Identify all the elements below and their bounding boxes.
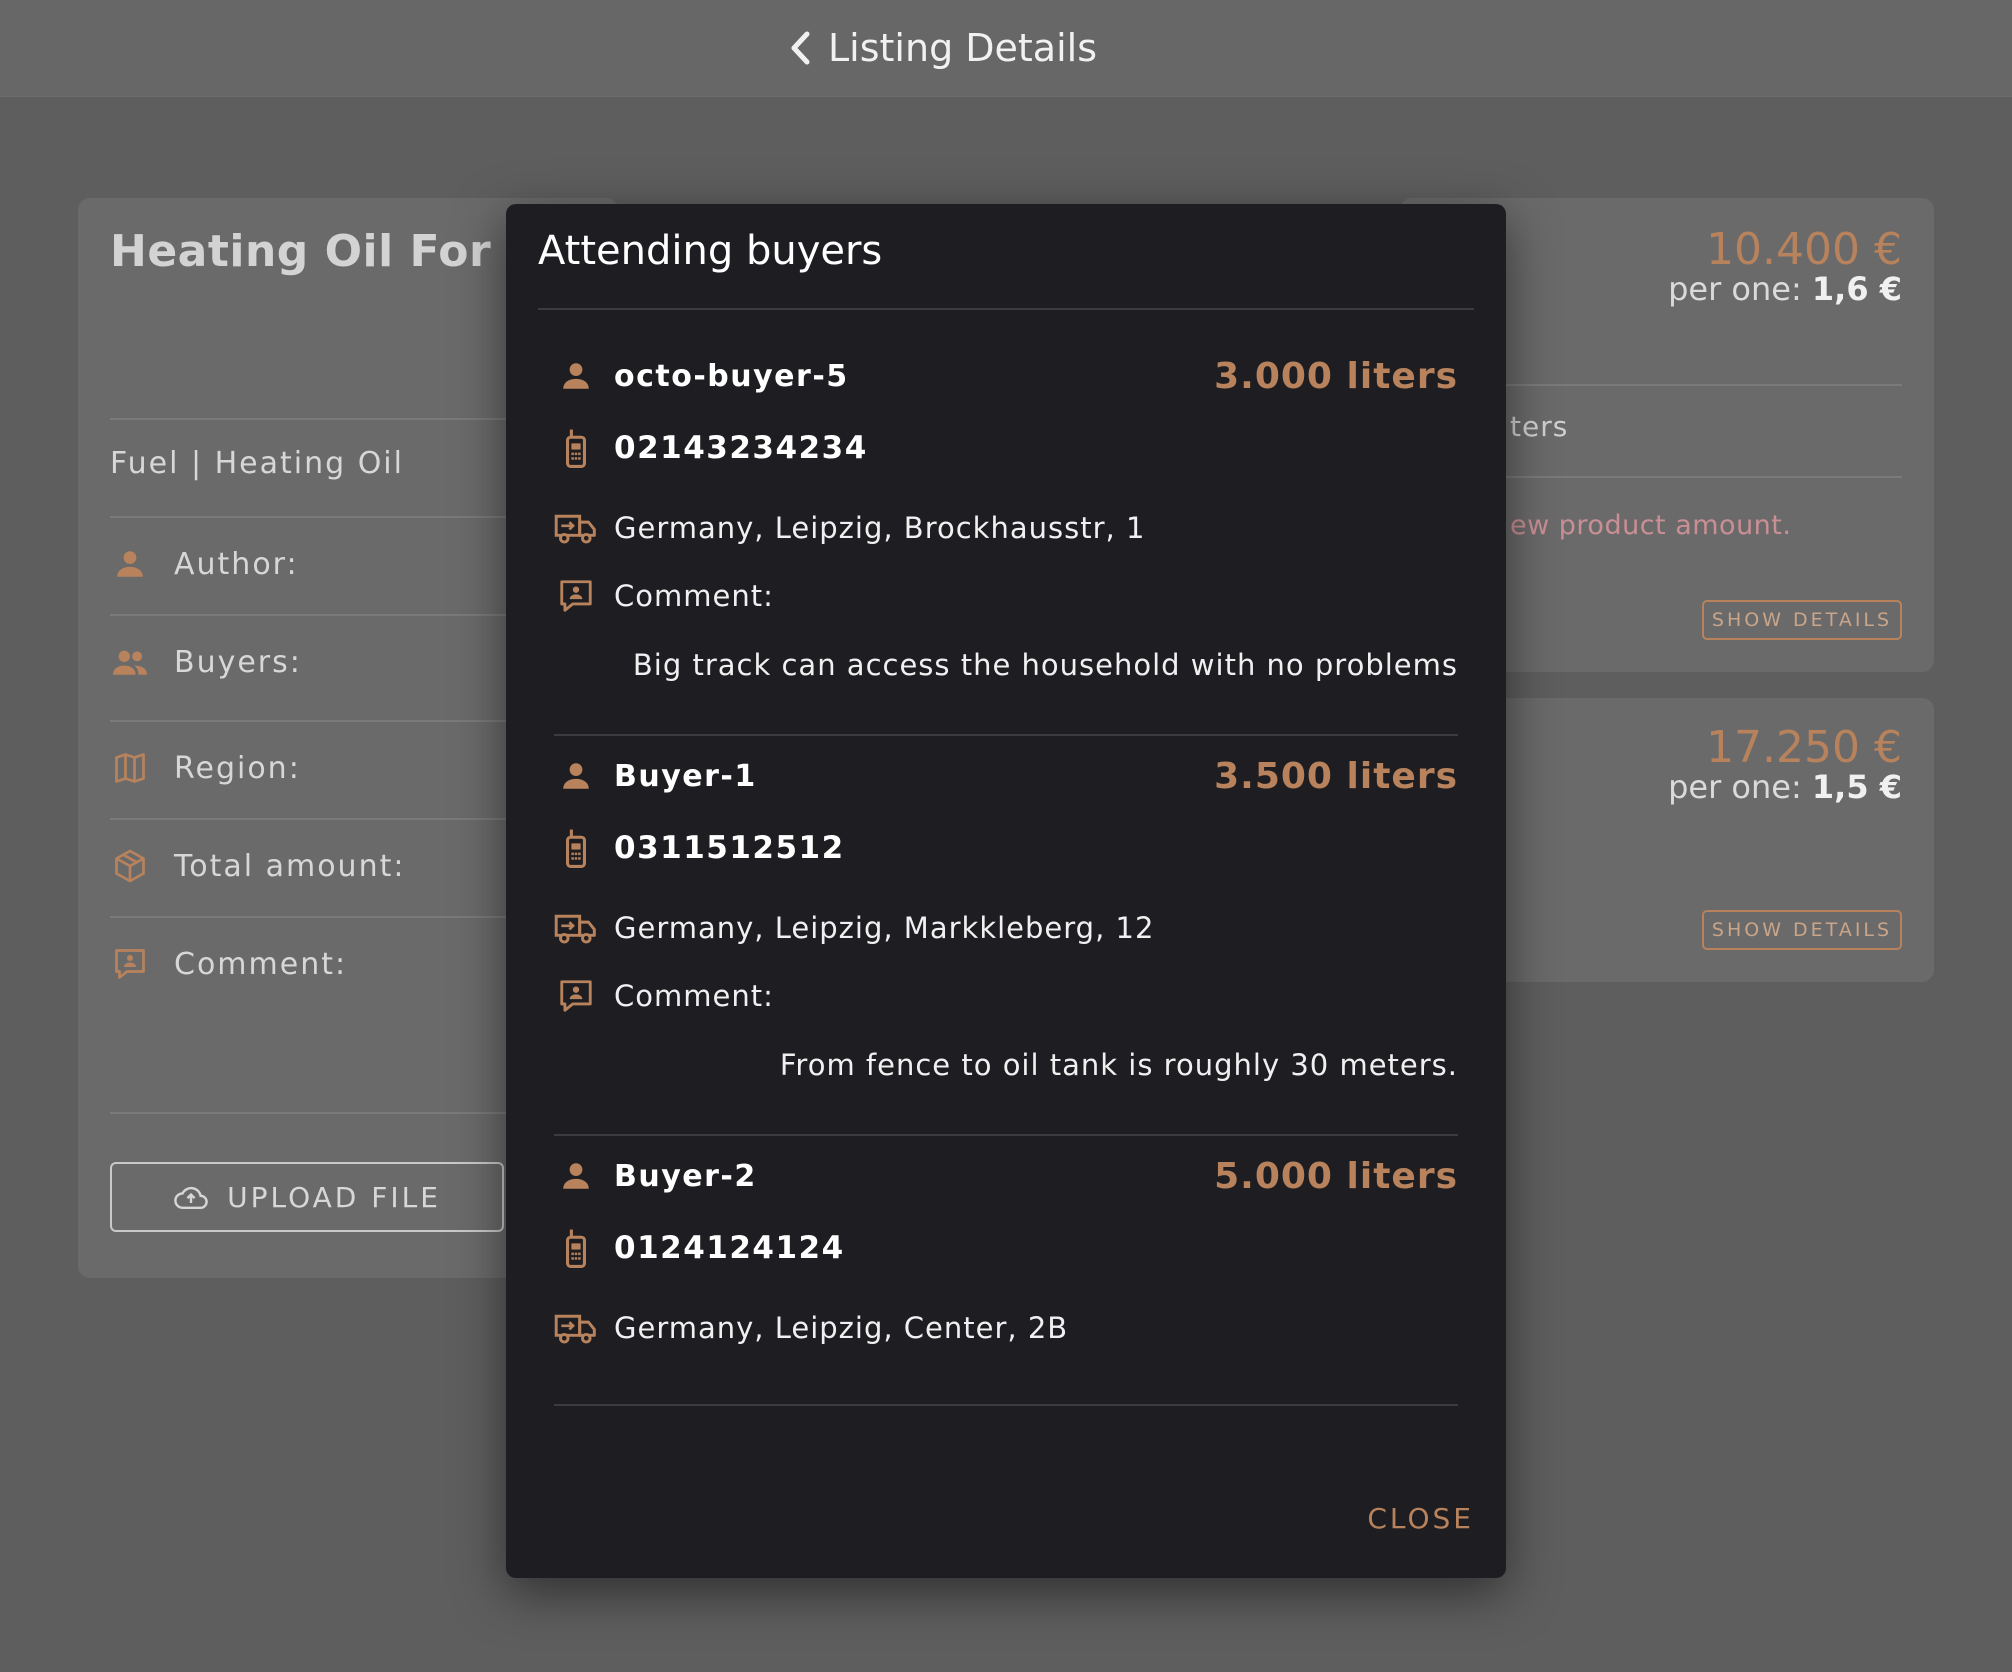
region-row: Region: [110, 748, 301, 788]
offer-price: 17.250 € [1706, 722, 1902, 773]
comment-icon [554, 974, 598, 1018]
buyer-phone: 0311512512 [614, 830, 845, 866]
buyer-address-row: Germany, Leipzig, Markkleberg, 12 [554, 906, 1154, 950]
comment-icon [110, 944, 150, 984]
buyer-address-row: Germany, Leipzig, Center, 2B [554, 1306, 1068, 1350]
total-amount-label: Total amount: [174, 848, 406, 884]
buyer-comment-label: Comment: [614, 579, 774, 613]
buyer-address: Germany, Leipzig, Brockhausstr, 1 [614, 511, 1146, 545]
buyer-amount: 3.000 liters [1214, 356, 1458, 397]
listing-category-row: Fuel | Heating Oil [110, 446, 404, 481]
buyer-item: Buyer-2 5.000 liters 0124124124 Germany,… [554, 1154, 1458, 1454]
per-one-value: 1,6 € [1811, 270, 1902, 308]
author-row: Author: [110, 544, 299, 584]
back-button[interactable] [782, 26, 818, 70]
chevron-left-icon [791, 31, 810, 65]
buyer-comment-label: Comment: [614, 979, 774, 1013]
divider [554, 734, 1458, 736]
buyer-name-row: Buyer-2 [554, 1154, 757, 1198]
person-icon [110, 544, 150, 584]
delivery-truck-icon [554, 1306, 598, 1350]
dialog-title: Attending buyers [538, 228, 883, 274]
per-one-label: per one: [1668, 768, 1812, 806]
map-icon [110, 748, 150, 788]
buyers-row: Buyers: [110, 642, 302, 682]
buyer-comment: Big track can access the household with … [632, 648, 1458, 682]
buyer-comment-row: Comment: [554, 574, 774, 618]
person-icon [554, 354, 598, 398]
listing-category: Fuel | Heating Oil [110, 446, 404, 481]
region-label: Region: [174, 750, 301, 786]
buyer-address: Germany, Leipzig, Center, 2B [614, 1311, 1069, 1345]
phone-icon [554, 826, 598, 870]
buyer-phone-row: 02143234234 [554, 426, 868, 470]
offer-per-one: per one: 1,6 € [1668, 270, 1902, 308]
phone-icon [554, 1226, 598, 1270]
buyers-label: Buyers: [174, 644, 302, 680]
comment-row: Comment: [110, 944, 347, 984]
buyer-phone: 02143234234 [614, 430, 868, 466]
buyer-name: octo-buyer-5 [614, 358, 849, 394]
buyer-phone-row: 0311512512 [554, 826, 845, 870]
offer-price: 10.400 € [1706, 224, 1902, 275]
group-icon [110, 642, 150, 682]
buyer-name-row: Buyer-1 [554, 754, 757, 798]
offer-amount: ters [1510, 410, 1569, 443]
buyer-phone: 0124124124 [614, 1230, 845, 1266]
buyer-name: Buyer-2 [614, 1158, 757, 1194]
divider [554, 1404, 1458, 1406]
close-button[interactable]: CLOSE [1367, 1502, 1474, 1535]
attending-buyers-dialog: Attending buyers octo-buyer-5 3.000 lite… [506, 204, 1506, 1578]
delivery-truck-icon [554, 506, 598, 550]
show-details-button[interactable]: SHOW DETAILS [1702, 600, 1902, 640]
page-title: Listing Details [828, 26, 1098, 70]
upload-file-button[interactable]: UPLOAD FILE [110, 1162, 504, 1232]
divider [538, 308, 1474, 310]
buyer-address-row: Germany, Leipzig, Brockhausstr, 1 [554, 506, 1145, 550]
buyer-name-row: octo-buyer-5 [554, 354, 849, 398]
show-details-button[interactable]: SHOW DETAILS [1702, 910, 1902, 950]
buyer-item: octo-buyer-5 3.000 liters 02143234234 Ge… [554, 354, 1458, 756]
buyer-item: Buyer-1 3.500 liters 0311512512 Germany,… [554, 754, 1458, 1156]
comment-label: Comment: [174, 946, 348, 982]
per-one-value: 1,5 € [1811, 768, 1902, 806]
person-icon [554, 1154, 598, 1198]
buyer-amount: 3.500 liters [1214, 756, 1458, 797]
phone-icon [554, 426, 598, 470]
buyer-name: Buyer-1 [614, 758, 757, 794]
upload-file-label: UPLOAD FILE [227, 1180, 441, 1214]
delivery-truck-icon [554, 906, 598, 950]
buyer-phone-row: 0124124124 [554, 1226, 845, 1270]
total-amount-row: Total amount: [110, 846, 405, 886]
buyer-comment: From fence to oil tank is roughly 30 met… [779, 1048, 1458, 1082]
author-label: Author: [174, 546, 299, 582]
cloud-upload-icon [174, 1186, 208, 1209]
app-bar: Listing Details [0, 0, 2012, 97]
per-one-label: per one: [1668, 270, 1812, 308]
package-icon [110, 846, 150, 886]
divider [554, 1134, 1458, 1136]
offer-warning: ew product amount. [1510, 510, 1792, 541]
person-icon [554, 754, 598, 798]
buyer-comment-row: Comment: [554, 974, 774, 1018]
comment-icon [554, 574, 598, 618]
buyer-address: Germany, Leipzig, Markkleberg, 12 [614, 911, 1155, 945]
buyer-amount: 5.000 liters [1214, 1156, 1458, 1197]
offer-per-one: per one: 1,5 € [1668, 768, 1902, 806]
